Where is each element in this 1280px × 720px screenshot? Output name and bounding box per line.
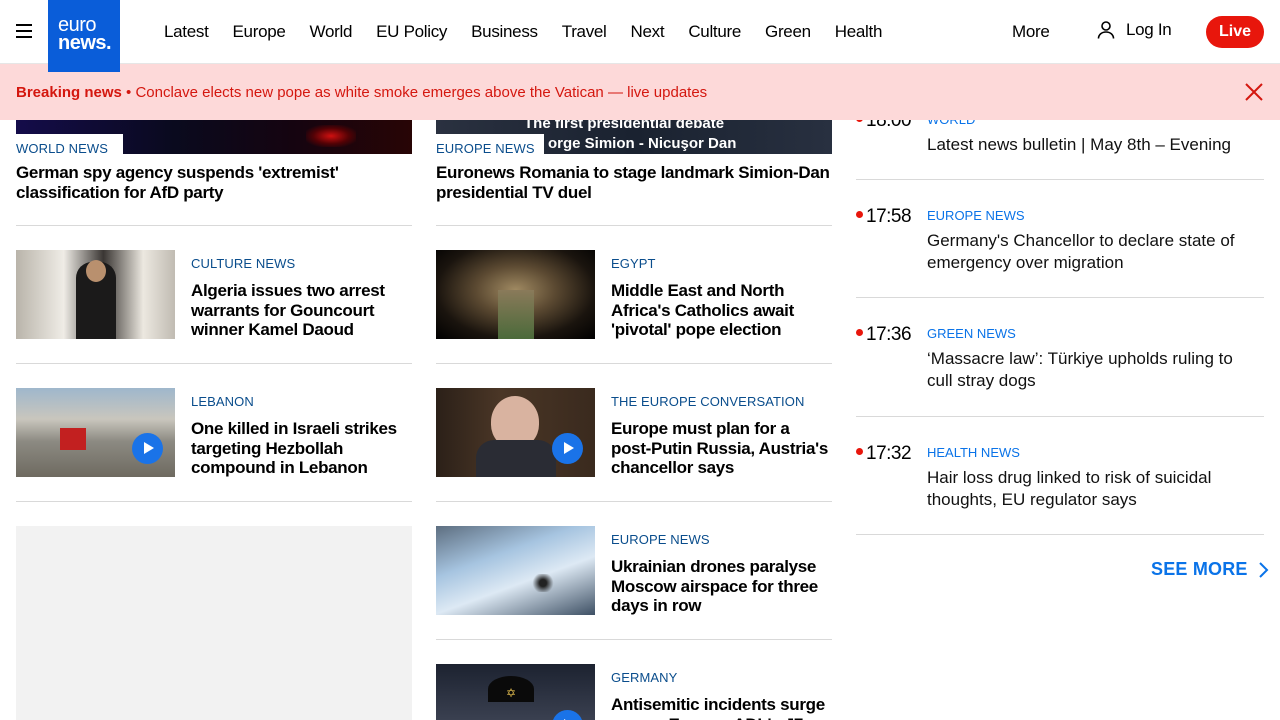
divider (856, 179, 1264, 180)
breaking-text[interactable]: Breaking news • Conclave elects new pope… (16, 84, 707, 101)
article-kicker[interactable]: LEBANON (191, 394, 412, 409)
latest-item[interactable]: 17:58 EUROPE NEWS Germany's Chancellor t… (856, 206, 1264, 286)
divider (16, 363, 412, 364)
nav-europe[interactable]: Europe (233, 22, 286, 42)
article-card[interactable]: CULTURE NEWS Algeria issues two arrest w… (191, 256, 412, 340)
play-icon[interactable] (552, 710, 583, 720)
nav-culture[interactable]: Culture (688, 22, 741, 42)
nav-eu-policy[interactable]: EU Policy (376, 22, 447, 42)
latest-title[interactable]: Hair loss drug linked to risk of suicida… (927, 467, 1262, 510)
divider (436, 501, 832, 502)
latest-title[interactable]: ‘Massacre law’: Türkiye upholds ruling t… (927, 348, 1262, 391)
logo-line2: news. (58, 32, 112, 54)
article-title[interactable]: Ukrainian drones paralyse Moscow airspac… (611, 557, 832, 616)
divider (16, 501, 412, 502)
nav-latest[interactable]: Latest (164, 22, 209, 42)
latest-item[interactable]: 17:32 HEALTH NEWS Hair loss drug linked … (856, 443, 1264, 523)
article-thumbnail[interactable] (436, 250, 595, 339)
play-icon[interactable] (132, 433, 163, 464)
latest-time: 17:32 (866, 443, 912, 464)
see-more-label: SEE MORE (1151, 559, 1248, 579)
article-thumbnail[interactable] (436, 526, 595, 615)
login-label: Log In (1126, 20, 1172, 39)
chevron-right-icon (1258, 561, 1269, 578)
article-card[interactable]: EUROPE NEWS Ukrainian drones paralyse Mo… (611, 532, 832, 616)
divider (436, 363, 832, 364)
latest-kicker[interactable]: EUROPE NEWS (927, 208, 1025, 223)
breaking-label: Breaking news (16, 83, 122, 101)
nav-travel[interactable]: Travel (562, 22, 607, 42)
article-title[interactable]: Algeria issues two arrest warrants for G… (191, 281, 412, 340)
live-button[interactable]: Live (1206, 16, 1264, 48)
article-card[interactable]: GERMANY Antisemitic incidents surge acro… (611, 670, 832, 720)
nav-world[interactable]: World (310, 22, 353, 42)
article-title[interactable]: One killed in Israeli strikes targeting … (191, 419, 412, 478)
divider (436, 225, 832, 226)
divider (856, 297, 1264, 298)
thumb-caption-1: The first presidential debate (524, 120, 725, 132)
article-thumbnail[interactable] (16, 250, 175, 339)
nav-health[interactable]: Health (835, 22, 883, 42)
latest-title[interactable]: Latest news bulletin | May 8th – Evening (927, 134, 1262, 156)
euronews-logo[interactable]: euro news. (48, 0, 120, 72)
divider (436, 639, 832, 640)
article-kicker[interactable]: WORLD NEWS (16, 141, 412, 156)
article-thumbnail[interactable] (16, 388, 175, 477)
article-title[interactable]: German spy agency suspends 'extremist' c… (16, 163, 412, 202)
article-thumbnail[interactable]: ✡ (436, 664, 595, 720)
ad-placeholder (16, 526, 412, 720)
article-kicker[interactable]: CULTURE NEWS (191, 256, 412, 271)
latest-title[interactable]: Germany's Chancellor to declare state of… (927, 230, 1262, 273)
article-card[interactable]: THE EUROPE CONVERSATION Europe must plan… (611, 394, 832, 478)
breaking-news-banner[interactable]: Breaking news • Conclave elects new pope… (0, 64, 1280, 120)
breaking-headline: • Conclave elects new pope as white smok… (121, 83, 708, 101)
nav-business[interactable]: Business (471, 22, 538, 42)
login-button[interactable]: Log In (1096, 20, 1172, 40)
latest-time: 17:36 (866, 324, 912, 345)
nav-more[interactable]: More (1012, 22, 1050, 42)
article-card[interactable]: WORLD NEWS German spy agency suspends 'e… (16, 141, 412, 202)
article-kicker[interactable]: GERMANY (611, 670, 832, 685)
latest-item[interactable]: 17:36 GREEN NEWS ‘Massacre law’: Türkiye… (856, 324, 1264, 404)
see-more-link[interactable]: SEE MORE (1151, 559, 1270, 580)
site-header: Latest Europe World EU Policy Business T… (0, 0, 1280, 64)
article-title[interactable]: Middle East and North Africa's Catholics… (611, 281, 832, 340)
nav-green[interactable]: Green (765, 22, 811, 42)
article-card[interactable]: LEBANON One killed in Israeli strikes ta… (191, 394, 412, 478)
main-nav: Latest Europe World EU Policy Business T… (164, 0, 906, 64)
close-icon[interactable] (1244, 82, 1264, 102)
article-kicker[interactable]: EUROPE NEWS (611, 532, 832, 547)
article-title[interactable]: Antisemitic incidents surge across Europ… (611, 695, 832, 720)
star-icon: ✡ (506, 686, 517, 700)
live-dot (856, 448, 863, 455)
live-dot (856, 211, 863, 218)
latest-kicker[interactable]: GREEN NEWS (927, 326, 1016, 341)
latest-kicker[interactable]: HEALTH NEWS (927, 445, 1020, 460)
divider (16, 225, 412, 226)
latest-time: 17:58 (866, 206, 912, 227)
article-card[interactable]: EUROPE NEWS Euronews Romania to stage la… (436, 141, 832, 202)
article-thumbnail[interactable] (436, 388, 595, 477)
live-dot (856, 329, 863, 336)
article-title[interactable]: Euronews Romania to stage landmark Simio… (436, 163, 832, 202)
divider (856, 416, 1264, 417)
article-kicker[interactable]: EGYPT (611, 256, 832, 271)
article-kicker[interactable]: THE EUROPE CONVERSATION (611, 394, 832, 409)
user-icon (1097, 21, 1115, 39)
menu-icon[interactable] (16, 24, 32, 38)
article-title[interactable]: Europe must plan for a post-Putin Russia… (611, 419, 832, 478)
divider (856, 534, 1264, 535)
play-icon[interactable] (552, 433, 583, 464)
nav-next[interactable]: Next (631, 22, 665, 42)
article-card[interactable]: EGYPT Middle East and North Africa's Cat… (611, 256, 832, 340)
article-kicker[interactable]: EUROPE NEWS (436, 141, 832, 156)
